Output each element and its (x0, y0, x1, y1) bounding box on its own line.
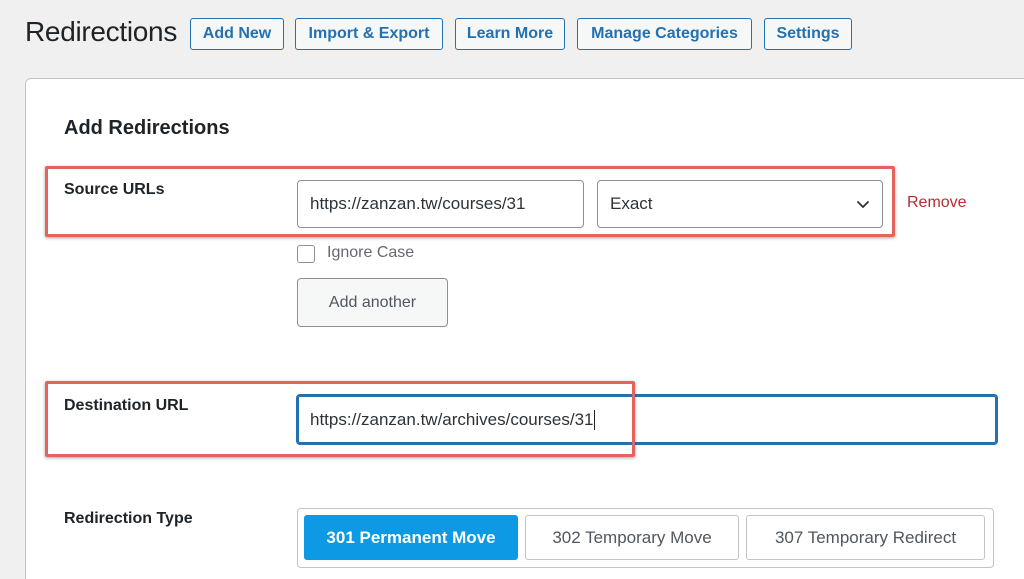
match-type-select[interactable]: Exact (597, 180, 883, 228)
ignore-case-checkbox[interactable] (297, 245, 315, 263)
page-title: Redirections (25, 16, 178, 47)
match-type-value: Exact (610, 194, 653, 213)
add-another-button[interactable]: Add another (297, 278, 448, 327)
destination-url-value: https://zanzan.tw/archives/courses/31 (310, 409, 594, 429)
remove-source-link[interactable]: Remove (907, 194, 967, 212)
redirection-type-label: Redirection Type (64, 510, 193, 527)
source-url-input[interactable]: https://zanzan.tw/courses/31 (297, 180, 584, 228)
destination-url-label: Destination URL (64, 397, 189, 414)
text-caret (594, 409, 596, 430)
learn-more-button[interactable]: Learn More (455, 18, 565, 50)
chevron-down-icon (857, 201, 869, 208)
option-301[interactable]: 301 Permanent Move (304, 515, 518, 560)
manage-categories-button[interactable]: Manage Categories (577, 18, 752, 50)
settings-button[interactable]: Settings (764, 18, 852, 50)
add-new-button[interactable]: Add New (190, 18, 284, 50)
source-urls-label: Source URLs (64, 181, 165, 198)
source-url-value: https://zanzan.tw/courses/31 (310, 194, 526, 213)
option-302[interactable]: 302 Temporary Move (525, 515, 739, 560)
destination-url-input[interactable]: https://zanzan.tw/archives/courses/31 (296, 394, 998, 445)
ignore-case-label: Ignore Case (327, 244, 415, 261)
redirections-page: Redirections Add New Import & Export Lea… (0, 0, 1024, 579)
import-export-button[interactable]: Import & Export (295, 18, 443, 50)
add-redirection-card (25, 78, 1024, 579)
option-307[interactable]: 307 Temporary Redirect (746, 515, 985, 560)
add-redirections-heading: Add Redirections (64, 117, 230, 139)
